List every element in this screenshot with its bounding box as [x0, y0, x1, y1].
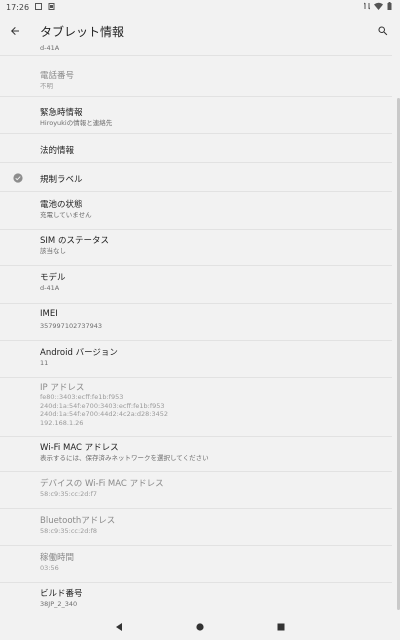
list-item-title: Bluetoothアドレス [40, 516, 116, 526]
ip-address-line: fe80::3403:ecff:fe1b:f953 [40, 393, 124, 401]
arrow-back-icon [11, 27, 19, 35]
nav-home-icon[interactable] [195, 622, 205, 632]
ip-address-line: 240d:1a:54f:e700:3403:ecff:fe1b:f953 [40, 401, 165, 410]
list-item-subtitle: 充電していません [40, 211, 92, 219]
status-time: 17:26 [6, 2, 30, 12]
wifi-icon [374, 2, 383, 12]
list-item-subtitle: d-41A [40, 44, 60, 52]
list-item-subtitle: d-41A [40, 284, 60, 292]
list-item-title: モデル [40, 273, 66, 283]
list-item-title: 稼働時間 [40, 553, 75, 563]
list-item-subtitle: 該当なし [40, 247, 66, 255]
list-item-subtitle: 58:c9:35:cc:2d:f7 [40, 490, 98, 498]
list-item-subtitle: 11 [40, 359, 49, 367]
list-item-title: Android バージョン [40, 348, 118, 358]
navigation-bar [0, 614, 400, 640]
list-item-subtitle: 不明 [40, 82, 53, 90]
nav-recents-icon[interactable] [276, 622, 286, 632]
list-item-title: 法的情報 [40, 146, 75, 156]
list-item-model[interactable]: モデル d-41A [0, 267, 392, 304]
settings-list[interactable]: d-41A 電話番号 不明 緊急時情報 Hiroyukiの情報と連絡先 法的情報… [0, 40, 400, 614]
list-item-build-number[interactable]: ビルド番号 38JP_2_340 [0, 584, 392, 614]
list-item-subtitle: 03:56 [40, 564, 59, 572]
list-item-uptime: 稼働時間 03:56 [0, 547, 392, 583]
list-item-partial: d-41A [0, 40, 392, 56]
list-item-title: デバイスの Wi-Fi MAC アドレス [40, 479, 164, 489]
list-item-title: IMEI [40, 309, 58, 319]
list-item-title: 電池の状態 [40, 200, 83, 210]
list-item-subtitle: 357997102737943 [40, 322, 103, 330]
list-item-imei[interactable]: IMEI 357997102737943 [0, 305, 392, 341]
list-item-phone-number: 電話番号 不明 [0, 57, 392, 97]
list-item-device-wifi-mac: デバイスの Wi-Fi MAC アドレス 58:c9:35:cc:2d:f7 [0, 473, 392, 509]
list-item-title: 緊急時情報 [40, 108, 83, 118]
list-item-emergency-info[interactable]: 緊急時情報 Hiroyukiの情報と連絡先 [0, 98, 392, 134]
list-item-title: SIM のステータス [40, 236, 109, 246]
list-item-subtitle: 38JP_2_340 [40, 600, 78, 608]
battery-icon [387, 2, 392, 12]
list-item-regulatory-labels[interactable]: 規制ラベル [0, 164, 392, 192]
list-item-subtitle: Hiroyukiの情報と連絡先 [40, 119, 113, 127]
list-item-subtitle: 58:c9:35:cc:2d:f8 [40, 527, 98, 535]
check-circle-icon [13, 173, 23, 183]
status-bar: 17:26 [0, 0, 400, 14]
list-item-legal-info[interactable]: 法的情報 [0, 135, 392, 163]
list-item-title: ビルド番号 [40, 589, 83, 599]
screenshot-icon [48, 2, 55, 12]
ip-address-line: 240d:1a:54f:e700:44d2:4c2a:d28:3452 [40, 410, 169, 418]
list-item-battery-status[interactable]: 電池の状態 充電していません [0, 193, 392, 230]
list-item-wifi-mac[interactable]: Wi-Fi MAC アドレス 表示するには、保存済みネットワークを選択してくださ… [0, 438, 392, 472]
list-item-android-version[interactable]: Android バージョン 11 [0, 342, 392, 378]
list-item-title: IP アドレス [40, 383, 85, 393]
list-item-ip-address: IP アドレス fe80::3403:ecff:fe1b:f953 240d:1… [0, 379, 392, 437]
list-item-subtitle: 表示するには、保存済みネットワークを選択してください [40, 454, 209, 462]
list-item-title: 電話番号 [40, 71, 75, 81]
list-item-sim-status[interactable]: SIM のステータス 該当なし [0, 231, 392, 266]
data-sync-icon [363, 2, 371, 12]
page-title: タブレット情報 [40, 24, 125, 39]
list-item-title: Wi-Fi MAC アドレス [40, 443, 119, 453]
list-item-bluetooth-address: Bluetoothアドレス 58:c9:35:cc:2d:f8 [0, 510, 392, 546]
ip-address-line: 192.168.1.26 [40, 418, 84, 427]
list-item-title: 規制ラベル [40, 175, 83, 185]
search-icon [378, 26, 388, 36]
notification-icon [35, 2, 43, 12]
nav-back-icon[interactable] [114, 622, 124, 632]
